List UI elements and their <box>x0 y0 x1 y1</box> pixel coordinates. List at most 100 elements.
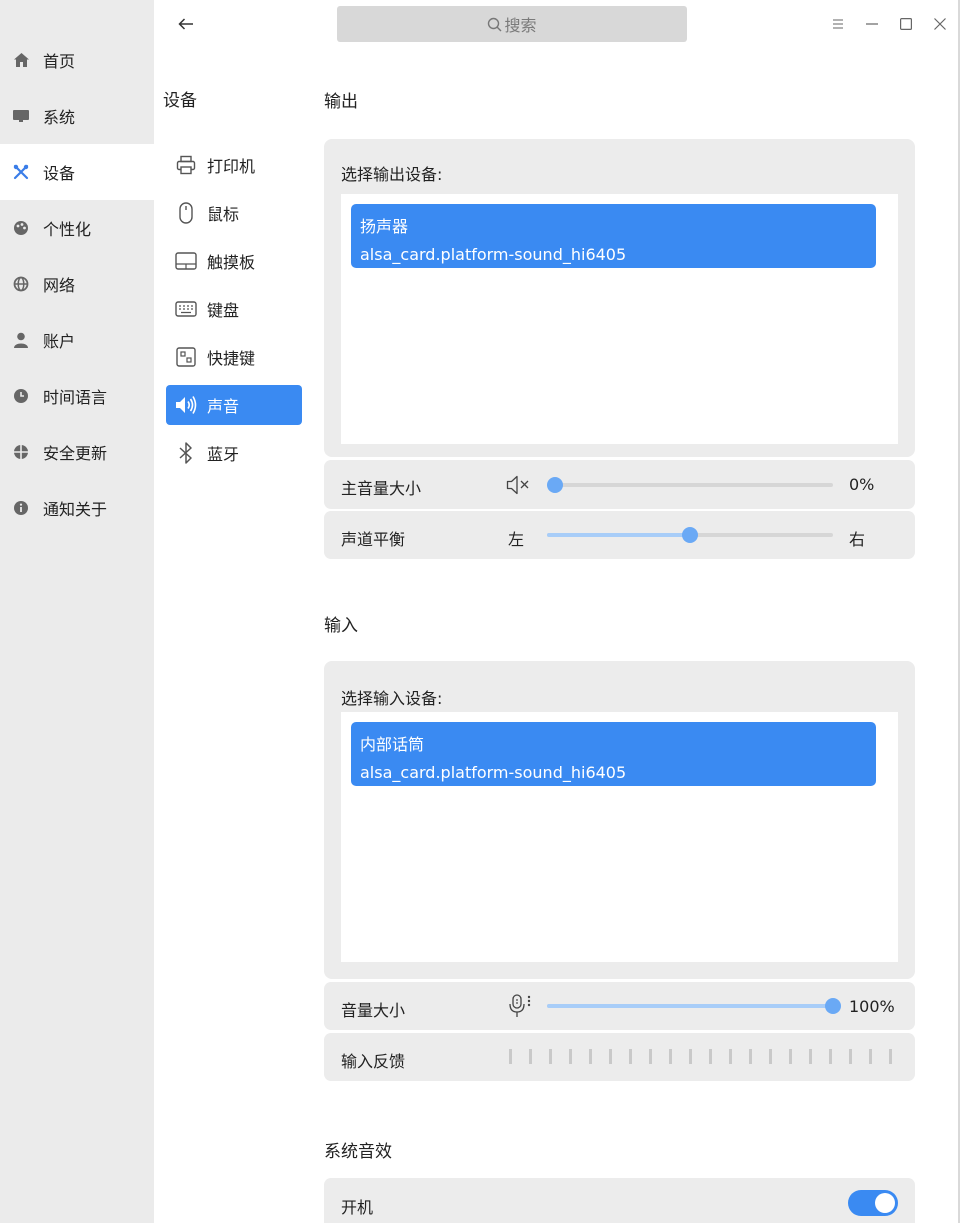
feedback-level-tick <box>629 1049 632 1064</box>
sidebar-item-label: 系统 <box>43 108 76 127</box>
effect-row-boot: 开机 <box>324 1178 915 1223</box>
sidebar-item-security-update[interactable]: 安全更新 <box>0 424 154 480</box>
speaker-icon <box>175 394 197 416</box>
tools-icon <box>13 164 29 180</box>
sidebar-item-notify-about[interactable]: 通知关于 <box>0 480 154 536</box>
feedback-level-tick <box>589 1049 592 1064</box>
input-device-panel: 选择输入设备: 内部话筒 alsa_card.platform-sound_hi… <box>324 661 915 979</box>
slider-handle[interactable] <box>825 998 841 1014</box>
subnav-item-keyboard[interactable]: 键盘 <box>166 289 302 329</box>
feedback-level-tick <box>749 1049 752 1064</box>
balance-slider[interactable] <box>547 527 833 543</box>
effects-section-title: 系统音效 <box>324 1142 392 1162</box>
keyboard-icon <box>175 298 197 320</box>
user-icon <box>13 332 29 348</box>
maximize-icon <box>900 18 912 30</box>
sidebar-item-label: 网络 <box>43 276 76 295</box>
sidebar-item-home[interactable]: 首页 <box>0 32 154 88</box>
subnav-item-label: 打印机 <box>207 157 256 176</box>
output-device-id: alsa_card.platform-sound_hi6405 <box>360 245 627 264</box>
subnav-item-bluetooth[interactable]: 蓝牙 <box>166 433 302 473</box>
search-icon <box>487 17 502 32</box>
feedback-level-tick <box>509 1049 512 1064</box>
subnav-item-shortcuts[interactable]: 快捷键 <box>166 337 302 377</box>
input-volume-label: 音量大小 <box>341 1001 406 1020</box>
printer-icon <box>175 154 197 176</box>
sidebar-item-system[interactable]: 系统 <box>0 88 154 144</box>
sidebar-item-label: 首页 <box>43 52 76 71</box>
input-feedback-row: 输入反馈 <box>324 1033 915 1081</box>
slider-handle[interactable] <box>682 527 698 543</box>
subnav-item-sound[interactable]: 声音 <box>166 385 302 425</box>
muted-speaker-icon[interactable] <box>506 474 532 500</box>
input-volume-row: 音量大小 100% <box>324 982 915 1030</box>
output-device-panel: 选择输出设备: 扬声器 alsa_card.platform-sound_hi6… <box>324 139 915 457</box>
minimize-icon <box>866 23 878 25</box>
minimize-button[interactable] <box>860 12 884 36</box>
balance-right-label: 右 <box>849 530 866 549</box>
search-input[interactable]: 搜索 <box>337 6 687 42</box>
input-device-item[interactable]: 内部话筒 alsa_card.platform-sound_hi6405 <box>351 722 876 786</box>
clock-icon <box>13 388 29 404</box>
feedback-level-tick <box>529 1049 532 1064</box>
output-volume-label: 主音量大小 <box>341 479 422 498</box>
sidebar-item-devices[interactable]: 设备 <box>0 144 154 200</box>
sidebar-item-accounts[interactable]: 账户 <box>0 312 154 368</box>
balance-left-label: 左 <box>508 530 525 549</box>
sidebar-item-label: 通知关于 <box>43 500 108 519</box>
microphone-icon[interactable] <box>507 993 533 1023</box>
feedback-level-tick <box>789 1049 792 1064</box>
menu-button[interactable] <box>826 12 850 36</box>
globe-icon <box>13 276 29 292</box>
slider-handle[interactable] <box>547 477 563 493</box>
subnav-title: 设备 <box>163 91 197 111</box>
info-icon <box>13 500 29 516</box>
effect-label: 开机 <box>341 1198 374 1217</box>
subnav-item-label: 蓝牙 <box>207 445 240 464</box>
input-feedback-label: 输入反馈 <box>341 1052 406 1071</box>
subnav-item-touchpad[interactable]: 触摸板 <box>166 241 302 281</box>
bluetooth-icon <box>175 442 197 464</box>
close-button[interactable] <box>928 12 952 36</box>
feedback-level-tick <box>669 1049 672 1064</box>
mouse-icon <box>175 202 197 224</box>
sidebar-item-network[interactable]: 网络 <box>0 256 154 312</box>
feedback-level-tick <box>849 1049 852 1064</box>
shield-icon <box>13 444 29 460</box>
feedback-level-tick <box>609 1049 612 1064</box>
feedback-level-tick <box>549 1049 552 1064</box>
input-device-name: 内部话筒 <box>360 735 425 754</box>
output-device-item[interactable]: 扬声器 alsa_card.platform-sound_hi6405 <box>351 204 876 268</box>
feedback-level-tick <box>829 1049 832 1064</box>
feedback-level-tick <box>769 1049 772 1064</box>
touchpad-icon <box>175 250 197 272</box>
maximize-button[interactable] <box>894 12 918 36</box>
sidebar-item-time-language[interactable]: 时间语言 <box>0 368 154 424</box>
input-volume-slider[interactable] <box>547 998 841 1014</box>
subnav-item-printer[interactable]: 打印机 <box>166 145 302 185</box>
slider-fill <box>547 533 690 537</box>
feedback-level-tick <box>709 1049 712 1064</box>
subnav-item-label: 触摸板 <box>207 253 256 272</box>
input-device-list: 内部话筒 alsa_card.platform-sound_hi6405 <box>341 712 898 962</box>
balance-row: 声道平衡 左 右 <box>324 511 915 559</box>
subnav-item-label: 鼠标 <box>207 205 240 224</box>
close-icon <box>934 18 946 30</box>
toggle-knob <box>875 1193 895 1213</box>
slider-fill <box>547 1004 833 1008</box>
output-volume-row: 主音量大小 0% <box>324 460 915 509</box>
input-volume-value: 100% <box>849 997 895 1016</box>
output-volume-slider[interactable] <box>547 477 833 493</box>
sidebar-item-personalization[interactable]: 个性化 <box>0 200 154 256</box>
feedback-level-tick <box>689 1049 692 1064</box>
sidebar-item-label: 个性化 <box>43 220 92 239</box>
subnav-item-label: 键盘 <box>207 301 240 320</box>
subnav-item-mouse[interactable]: 鼠标 <box>166 193 302 233</box>
boot-sound-toggle[interactable] <box>848 1190 898 1216</box>
feedback-level-tick <box>649 1049 652 1064</box>
feedback-level-tick <box>889 1049 892 1064</box>
feedback-level-tick <box>569 1049 572 1064</box>
back-button[interactable] <box>174 12 198 36</box>
home-icon <box>13 52 29 68</box>
menu-icon <box>833 19 843 29</box>
